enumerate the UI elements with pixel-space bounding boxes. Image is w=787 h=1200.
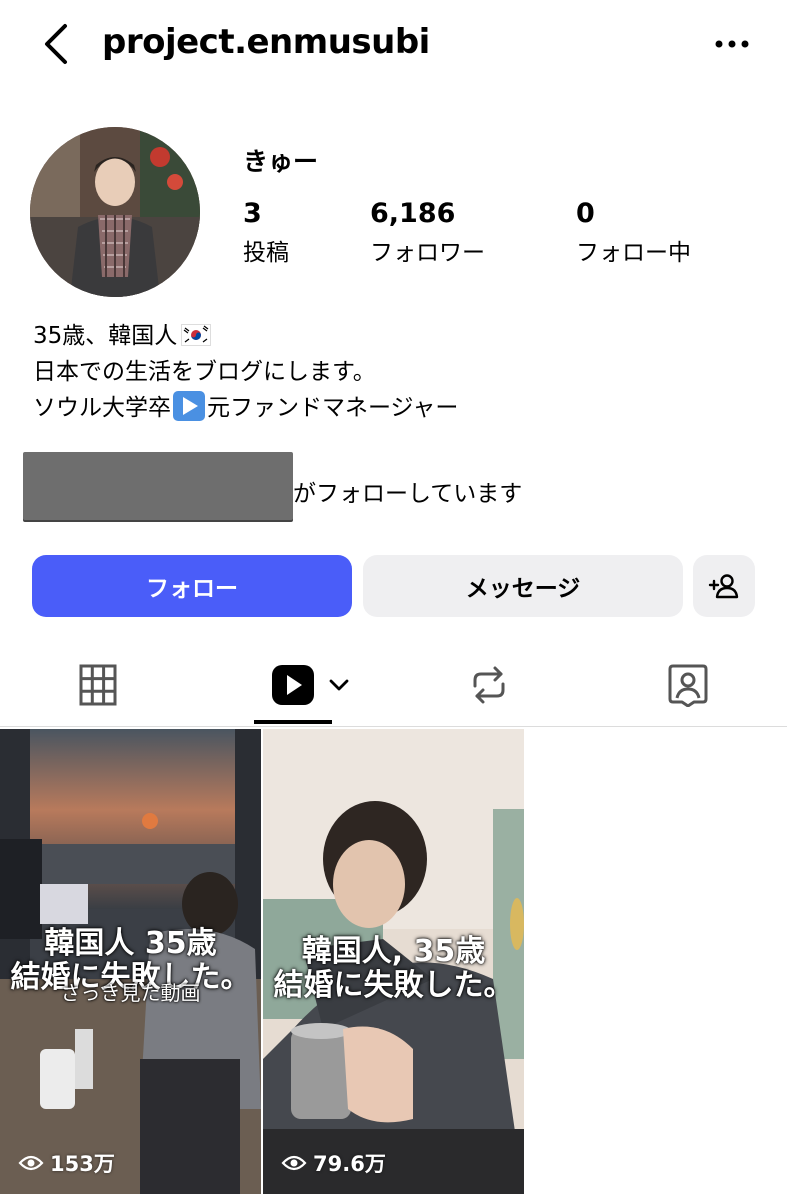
chevron-down-icon <box>329 679 349 691</box>
eye-icon <box>281 1155 307 1171</box>
reel-views-2: 79.6万 <box>281 1148 386 1178</box>
profile-header: project.enmusubi <box>0 0 787 90</box>
follow-button[interactable]: フォロー <box>32 555 352 617</box>
bio-line-3-text-b: 元ファンドマネージャー <box>207 395 459 421</box>
tab-reels[interactable] <box>268 660 352 710</box>
bio-line-1-text: 35歳、韓国人 <box>33 323 178 349</box>
profile-display-name: きゅー <box>243 147 319 176</box>
reel-caption-2-line1: 韓国人, 35歳 <box>301 934 486 969</box>
posts-count: 3 <box>243 198 262 229</box>
following-count: 0 <box>576 198 595 229</box>
reel-caption-2-line2: 結婚に失敗した。 <box>273 968 514 1003</box>
tab-reposts[interactable] <box>463 660 515 710</box>
bio-line-2: 日本での生活をブログにします。 <box>33 359 376 385</box>
chevron-left-icon <box>45 24 67 64</box>
reel-views-2-count: 79.6万 <box>313 1152 386 1176</box>
bio-line-3-text-a: ソウル大学卒 <box>33 395 171 421</box>
bio-line-1: 35歳、韓国人 <box>33 318 458 354</box>
message-button[interactable]: メッセージ <box>363 555 683 617</box>
reel-views-1-count: 153万 <box>50 1152 115 1176</box>
suggested-users-button[interactable] <box>693 555 755 617</box>
reposts-icon <box>473 666 505 704</box>
reel-tile-2[interactable]: 韓国人, 35歳 結婚に失敗した。 79.6万 <box>263 729 524 1194</box>
reel-views-1: 153万 <box>18 1148 115 1178</box>
stat-following[interactable]: 0 フォロー中 <box>576 198 691 267</box>
add-person-icon <box>708 574 739 599</box>
followers-count: 6,186 <box>370 198 456 229</box>
grid-icon <box>79 664 117 706</box>
active-tab-indicator <box>254 720 332 724</box>
tab-posts[interactable] <box>72 660 124 710</box>
bio-line-3: ソウル大学卒 元ファンドマネージャー <box>33 390 458 426</box>
reel-tile-1[interactable]: 韓国人 35歳 結婚に失敗した。 さっき見た動画 153万 <box>0 729 261 1194</box>
reel-caption-1-line1: 韓国人 35歳 <box>44 926 217 961</box>
tab-tagged[interactable] <box>662 660 714 710</box>
recently-watched-label: さっき見た動画 <box>60 981 201 1005</box>
tagged-icon <box>668 664 708 707</box>
play-button-emoji-icon <box>173 391 205 421</box>
profile-username: project.enmusubi <box>102 22 430 62</box>
profile-avatar[interactable] <box>30 127 200 297</box>
stat-posts[interactable]: 3 投稿 <box>243 198 289 267</box>
followers-label: フォロワー <box>370 240 485 266</box>
back-button[interactable] <box>36 22 76 66</box>
posts-label: 投稿 <box>243 240 289 266</box>
followed-by-text: がフォローしています <box>293 481 523 507</box>
reel-caption-2: 韓国人, 35歳 結婚に失敗した。 <box>263 935 524 1003</box>
followed-by[interactable]: がフォローしています <box>23 452 623 522</box>
more-icon <box>715 40 749 48</box>
korea-flag-icon <box>181 324 212 346</box>
stat-followers[interactable]: 6,186 フォロワー <box>370 198 485 267</box>
reels-icon <box>272 665 314 705</box>
profile-tabs <box>0 645 787 727</box>
more-options-button[interactable] <box>712 30 752 58</box>
following-label: フォロー中 <box>576 240 691 266</box>
profile-bio: 35歳、韓国人 日本での生活をブログにします。 ソウル大学卒 元ファンドマネージ… <box>33 318 458 426</box>
redacted-block <box>23 452 293 520</box>
eye-icon <box>18 1155 44 1171</box>
